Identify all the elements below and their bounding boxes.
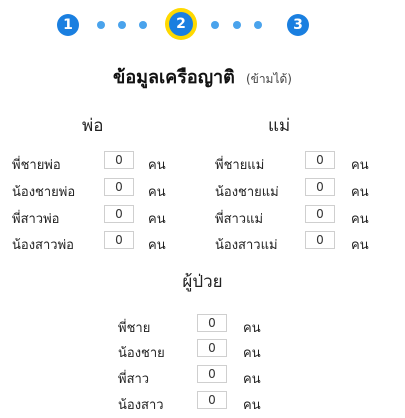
count-input[interactable]: 0 <box>197 365 227 383</box>
unit-label: คน <box>243 398 261 413</box>
count-input[interactable]: 0 <box>104 231 134 249</box>
row-label: พี่สาวแม่ <box>215 212 264 227</box>
patient-heading: ผู้ป่วย <box>182 272 223 292</box>
section-header: ข้อมูลเครือญาติ (ข้ามได้) <box>0 62 405 91</box>
count-input[interactable]: 0 <box>104 178 134 196</box>
row-label: น้องสาวพ่อ <box>12 238 74 253</box>
unit-label: คน <box>148 238 166 253</box>
unit-label: คน <box>243 372 261 387</box>
unit-label: คน <box>351 158 369 173</box>
count-input[interactable]: 0 <box>197 314 227 332</box>
count-input[interactable]: 0 <box>197 391 227 409</box>
count-input[interactable]: 0 <box>305 178 335 196</box>
unit-label: คน <box>351 238 369 253</box>
step-2-indicator[interactable]: 2 <box>169 12 193 36</box>
step-3-indicator[interactable]: 3 <box>287 14 309 36</box>
step-dot <box>97 21 105 29</box>
row-label: น้องชาย <box>118 346 165 361</box>
unit-label: คน <box>148 212 166 227</box>
count-input[interactable]: 0 <box>305 151 335 169</box>
progress-stepper: 1 2 3 <box>0 10 405 40</box>
step-1-indicator[interactable]: 1 <box>57 14 79 36</box>
row-label: น้องสาวแม่ <box>215 238 278 253</box>
skip-hint: (ข้ามได้) <box>245 72 292 86</box>
unit-label: คน <box>243 346 261 361</box>
row-label: พี่ชายพ่อ <box>12 158 61 173</box>
count-input[interactable]: 0 <box>104 151 134 169</box>
step-dot <box>233 21 241 29</box>
unit-label: คน <box>148 158 166 173</box>
unit-label: คน <box>243 321 261 336</box>
row-label: พี่สาวพ่อ <box>12 212 60 227</box>
row-label: น้องสาว <box>118 398 164 413</box>
count-input[interactable]: 0 <box>305 231 335 249</box>
father-heading: พ่อ <box>82 116 104 136</box>
unit-label: คน <box>351 185 369 200</box>
row-label: น้องชายแม่ <box>215 185 279 200</box>
step-dot <box>211 21 219 29</box>
count-input[interactable]: 0 <box>104 205 134 223</box>
row-label: พี่ชาย <box>118 321 151 336</box>
section-title: ข้อมูลเครือญาติ <box>113 67 235 88</box>
step-dot <box>139 21 147 29</box>
count-input[interactable]: 0 <box>305 205 335 223</box>
row-label: พี่ชายแม่ <box>215 158 265 173</box>
mother-heading: แม่ <box>268 116 291 136</box>
count-input[interactable]: 0 <box>197 339 227 357</box>
unit-label: คน <box>351 212 369 227</box>
row-label: พี่สาว <box>118 372 150 387</box>
step-dot <box>254 21 262 29</box>
unit-label: คน <box>148 185 166 200</box>
step-dot <box>118 21 126 29</box>
row-label: น้องชายพ่อ <box>12 185 76 200</box>
